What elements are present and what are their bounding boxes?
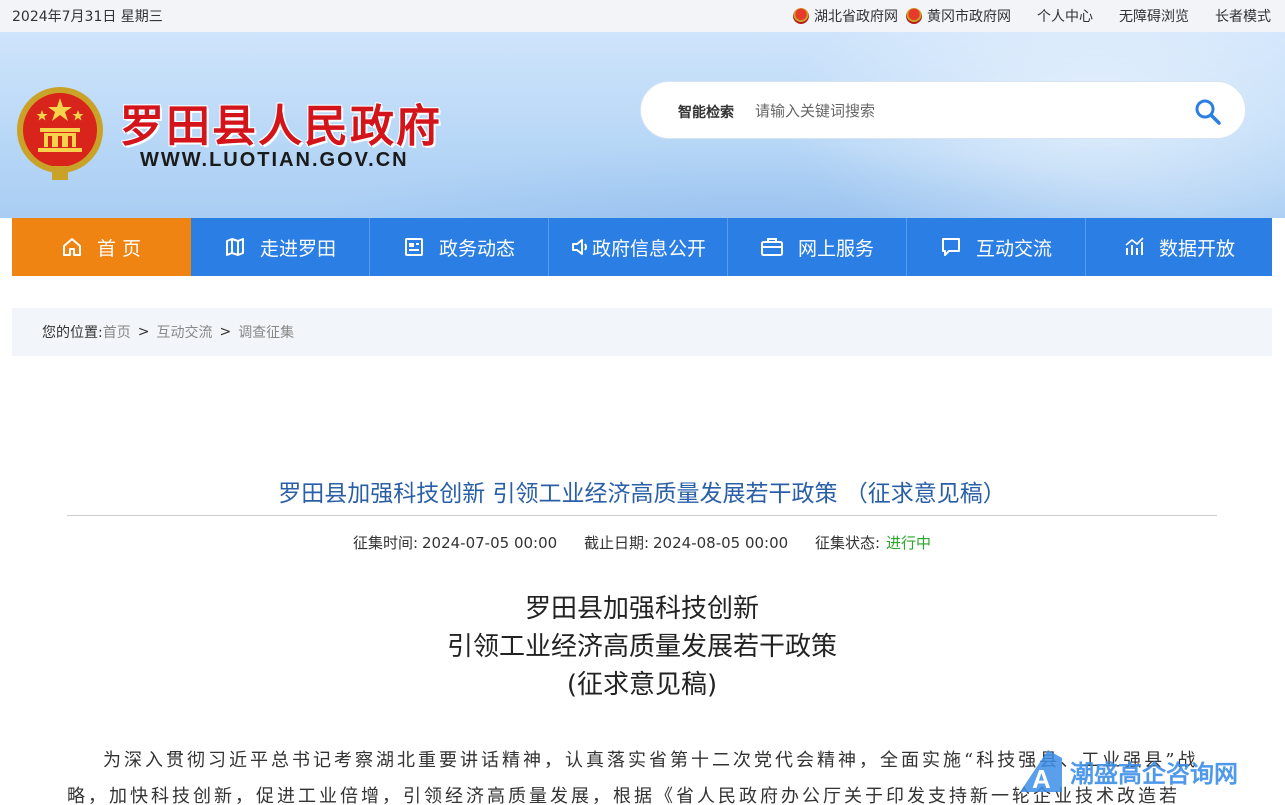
search-input[interactable] xyxy=(755,96,1175,126)
document-title: 罗田县加强科技创新 引领工业经济高质量发展若干政策 (征求意见稿) xyxy=(67,590,1217,704)
status-badge: 进行中 xyxy=(886,534,932,552)
breadcrumb-separator: > xyxy=(219,324,232,340)
title-divider xyxy=(67,515,1217,516)
svg-text:A: A xyxy=(1032,764,1051,794)
home-icon xyxy=(61,236,83,258)
article-meta: 征集时间: 2024-07-05 00:00 截止日期: 2024-08-05 00… xyxy=(67,532,1217,553)
chat-icon xyxy=(940,236,962,258)
collect-status: 征集状态: 进行中 xyxy=(815,534,931,552)
nav-item-home[interactable]: 首 页 xyxy=(12,218,191,276)
main-nav: 首 页 走进罗田 政务动态 政府信息公开 网上服务 互动交流 数据开放 xyxy=(12,218,1272,276)
speaker-icon xyxy=(570,237,590,257)
nav-label: 网上服务 xyxy=(797,237,874,260)
site-header: 罗田县人民政府 WWW.LUOTIAN.GOV.CN 智能检索 xyxy=(0,32,1285,218)
link-huanggang-gov[interactable]: 黄冈市政府网 xyxy=(906,6,1011,26)
nav-label: 数据开放 xyxy=(1158,237,1235,260)
chart-icon xyxy=(1123,236,1145,258)
document-title-line: (征求意见稿) xyxy=(566,670,718,700)
site-url: WWW.LUOTIAN.GOV.CN xyxy=(140,149,409,171)
map-icon xyxy=(224,236,246,258)
meta-value: 2024-08-05 00:00 xyxy=(653,534,789,552)
briefcase-icon xyxy=(760,236,784,258)
link-elder-mode[interactable]: 长者模式 xyxy=(1215,6,1271,26)
top-bar: 2024年7月31日 星期三 湖北省政府网 黄冈市政府网 个人中心 无障碍浏览 … xyxy=(0,0,1285,32)
breadcrumb-prefix: 您的位置: xyxy=(42,325,103,341)
link-hubei-gov[interactable]: 湖北省政府网 xyxy=(793,6,898,26)
breadcrumb-link-interaction[interactable]: 互动交流 xyxy=(156,322,212,342)
breadcrumb-link-home[interactable]: 首页 xyxy=(103,322,131,342)
site-name[interactable]: 罗田县人民政府 xyxy=(120,90,442,154)
nav-label: 政务动态 xyxy=(438,237,515,260)
watermark-logo-icon: A xyxy=(1020,750,1062,794)
national-emblem-icon xyxy=(793,8,809,24)
document-title-line: 引领工业经济高质量发展若干政策 xyxy=(446,632,837,662)
nav-item-about[interactable]: 走进罗田 xyxy=(191,218,370,276)
nav-item-interaction[interactable]: 互动交流 xyxy=(907,218,1086,276)
collect-time: 征集时间: 2024-07-05 00:00 xyxy=(353,534,557,552)
nav-item-online-service[interactable]: 网上服务 xyxy=(728,218,907,276)
nav-item-news[interactable]: 政务动态 xyxy=(370,218,549,276)
document-title-line: 罗田县加强科技创新 xyxy=(524,594,759,624)
link-accessibility[interactable]: 无障碍浏览 xyxy=(1119,6,1189,26)
nav-label: 首 页 xyxy=(96,237,142,260)
nav-label: 走进罗田 xyxy=(259,237,336,260)
deadline: 截止日期: 2024-08-05 00:00 xyxy=(584,534,788,552)
link-label: 湖北省政府网 xyxy=(814,9,898,25)
search-label: 智能检索 xyxy=(678,105,734,121)
link-label: 黄冈市政府网 xyxy=(927,9,1011,25)
national-emblem-icon[interactable] xyxy=(14,84,106,182)
top-links: 湖北省政府网 黄冈市政府网 个人中心 无障碍浏览 长者模式 xyxy=(793,6,1271,26)
watermark: A 潮盛高企咨询网 xyxy=(1018,748,1254,798)
meta-value: 2024-07-05 00:00 xyxy=(422,534,558,552)
search-box: 智能检索 xyxy=(640,81,1246,139)
meta-label: 截止日期: xyxy=(583,534,650,552)
breadcrumb: 您的位置: 首页 > 互动交流 > 调查征集 xyxy=(12,308,1272,356)
breadcrumb-separator: > xyxy=(137,324,150,340)
nav-item-open-data[interactable]: 数据开放 xyxy=(1086,218,1272,276)
breadcrumb-link-survey[interactable]: 调查征集 xyxy=(238,322,294,342)
meta-label: 征集状态: xyxy=(814,534,881,552)
watermark-text: 潮盛高企咨询网 xyxy=(1070,759,1238,788)
nav-label: 政府信息公开 xyxy=(591,237,706,260)
news-icon xyxy=(403,236,425,258)
current-date: 2024年7月31日 星期三 xyxy=(12,9,163,25)
article-title: 罗田县加强科技创新 引领工业经济高质量发展若干政策 （征求意见稿） xyxy=(278,481,1006,507)
link-personal-center[interactable]: 个人中心 xyxy=(1037,6,1093,26)
nav-label: 互动交流 xyxy=(975,237,1052,260)
meta-label: 征集时间: xyxy=(352,534,418,552)
national-emblem-icon xyxy=(906,8,922,24)
nav-item-info-disclosure[interactable]: 政府信息公开 xyxy=(549,218,728,276)
search-icon[interactable] xyxy=(1194,98,1222,126)
